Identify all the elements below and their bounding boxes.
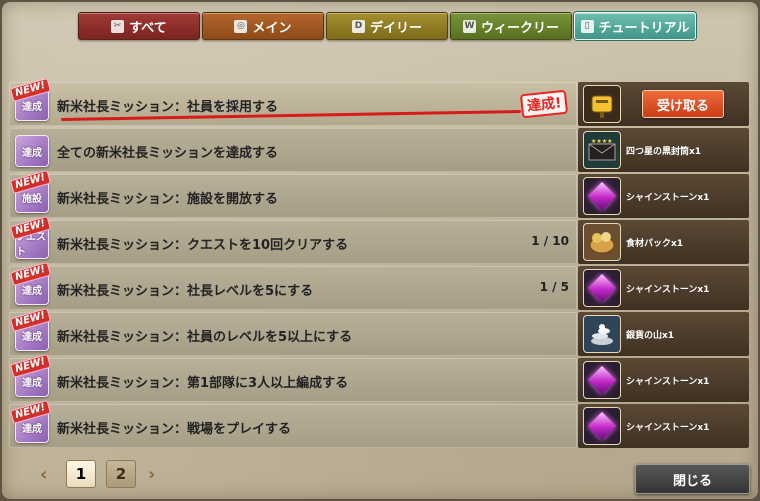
food-pack-icon — [583, 223, 621, 261]
reward-cell: シャインストーンx1 — [578, 174, 749, 218]
next-page-arrow-icon[interactable]: › — [148, 464, 155, 485]
mission-title: 新米社長ミッション：第1部隊に3人以上編成する — [57, 376, 349, 391]
pin-icon: ✂ — [111, 19, 125, 33]
tab-daily[interactable]: D デイリー — [326, 12, 448, 40]
mission-title: 新米社長ミッション：社長レベルを5にする — [57, 284, 314, 299]
tab-label: すべて — [129, 20, 167, 36]
mission-row: クエスト NEW! 新米社長ミッション：クエストを10回クリアする 1 / 10… — [9, 215, 749, 264]
reward-cell: シャインストーンx1 — [578, 266, 749, 310]
shine-stone-icon — [583, 269, 621, 307]
mission-bar: 達成 NEW! 新米社長ミッション：社長レベルを5にする 1 / 5 — [9, 261, 577, 310]
tab-label: デイリー — [369, 20, 422, 36]
reward-name: 四つ星の黒封筒x1 — [626, 147, 702, 157]
ring-icon: ◎ — [234, 19, 248, 33]
reward-cell: 食材パックx1 — [578, 220, 749, 264]
w-letter-icon: W — [462, 19, 476, 33]
black-envelope-icon: ★★★★ — [583, 131, 621, 169]
reward-cell: ★★★★ 四つ星の黒封筒x1 — [578, 128, 749, 172]
book-icon: ▯ — [580, 19, 594, 33]
mission-title: 新米社長ミッション：クエストを10回クリアする — [57, 238, 349, 253]
mission-row: 施設 NEW! 新米社長ミッション：施設を開放する シャインストーンx1 — [9, 169, 749, 218]
tab-label: チュートリアル — [598, 20, 690, 36]
prev-page-arrow-icon[interactable]: ‹ — [40, 464, 47, 485]
close-button[interactable]: 閉じる — [635, 464, 750, 494]
mission-row: 達成 NEW! 新米社長ミッション：社長レベルを5にする 1 / 5 シャインス… — [9, 261, 749, 310]
shine-stone-icon — [583, 407, 621, 445]
reward-name: 食材パックx1 — [626, 239, 684, 249]
claim-button[interactable]: 受け取る — [642, 90, 724, 118]
reward-name: シャインストーンx1 — [626, 285, 710, 295]
svg-text:★★★★: ★★★★ — [591, 138, 613, 145]
achieved-stamp: 達成! — [519, 89, 569, 119]
mission-row: 達成 NEW! 新米社長ミッション：第1部隊に3人以上編成する シャインストーン… — [9, 353, 749, 402]
mission-bar: 達成 NEW! 新米社長ミッション：社員を採用する 達成! — [9, 77, 577, 126]
mission-bar: クエスト NEW! 新米社長ミッション：クエストを10回クリアする 1 / 10 — [9, 215, 577, 264]
tab-all[interactable]: ✂ すべて — [78, 12, 200, 40]
mission-bar: 施設 NEW! 新米社長ミッション：施設を開放する — [9, 169, 577, 218]
mission-bar: 達成 NEW! 新米社長ミッション：第1部隊に3人以上編成する — [9, 353, 577, 402]
shine-stone-icon — [583, 177, 621, 215]
mission-bar: 達成 NEW! 新米社長ミッション：戦場をプレイする — [9, 399, 577, 448]
mission-title: 新米社長ミッション：施設を開放する — [57, 192, 279, 207]
mission-row: 達成 NEW! 新米社長ミッション：社員を採用する 達成! 受け取る — [9, 77, 749, 126]
mission-title: 新米社長ミッション：社員のレベルを5以上にする — [57, 330, 353, 345]
mission-row: 達成 NEW! 新米社長ミッション：社員のレベルを5以上にする 銀貨の山x1 — [9, 307, 749, 356]
mission-bar: 達成 全ての新米社長ミッションを達成する — [9, 128, 577, 172]
tab-weekly[interactable]: W ウィークリー — [450, 12, 572, 40]
reward-name: 銀貨の山x1 — [626, 331, 675, 341]
tab-main[interactable]: ◎ メイン — [202, 12, 324, 40]
shine-stone-icon — [583, 361, 621, 399]
mission-title: 新米社長ミッション：戦場をプレイする — [57, 422, 292, 437]
mission-title: 新米社長ミッション：社員を採用する — [57, 100, 279, 115]
reward-cell: シャインストーンx1 — [578, 358, 749, 402]
mission-row: 達成 全ての新米社長ミッションを達成する ★★★★ 四つ星の黒封筒x1 — [9, 128, 749, 172]
mission-badge-icon: 達成 — [15, 135, 49, 167]
d-letter-icon: D — [351, 19, 365, 33]
mission-row: 達成 NEW! 新米社長ミッション：戦場をプレイする シャインストーンx1 — [9, 399, 749, 448]
mission-progress: 1 / 5 — [539, 280, 569, 294]
reward-cell: シャインストーンx1 — [578, 404, 749, 448]
reward-cell: 銀貨の山x1 — [578, 312, 749, 356]
reward-cell: 受け取る — [578, 82, 749, 126]
mission-title: 全ての新米社長ミッションを達成する — [57, 146, 279, 161]
reward-name: シャインストーンx1 — [626, 377, 710, 387]
tab-label: メイン — [252, 20, 292, 36]
reward-name: シャインストーンx1 — [626, 193, 710, 203]
page-2-button[interactable]: 2 — [106, 460, 136, 488]
mission-panel: ✂ すべて ◎ メイン D デイリー W ウィークリー ▯ チュートリアル 達成 NEW!… — [2, 2, 758, 499]
silver-coin-pile-icon — [583, 315, 621, 353]
tab-tutorial[interactable]: ▯ チュートリアル — [574, 12, 696, 40]
tab-label: ウィークリー — [480, 20, 559, 36]
mission-progress: 1 / 10 — [531, 234, 569, 248]
reward-name: シャインストーンx1 — [626, 423, 710, 433]
page-1-button[interactable]: 1 — [66, 460, 96, 488]
mission-bar: 達成 NEW! 新米社長ミッション：社員のレベルを5以上にする — [9, 307, 577, 356]
mailbox-icon — [583, 85, 621, 123]
